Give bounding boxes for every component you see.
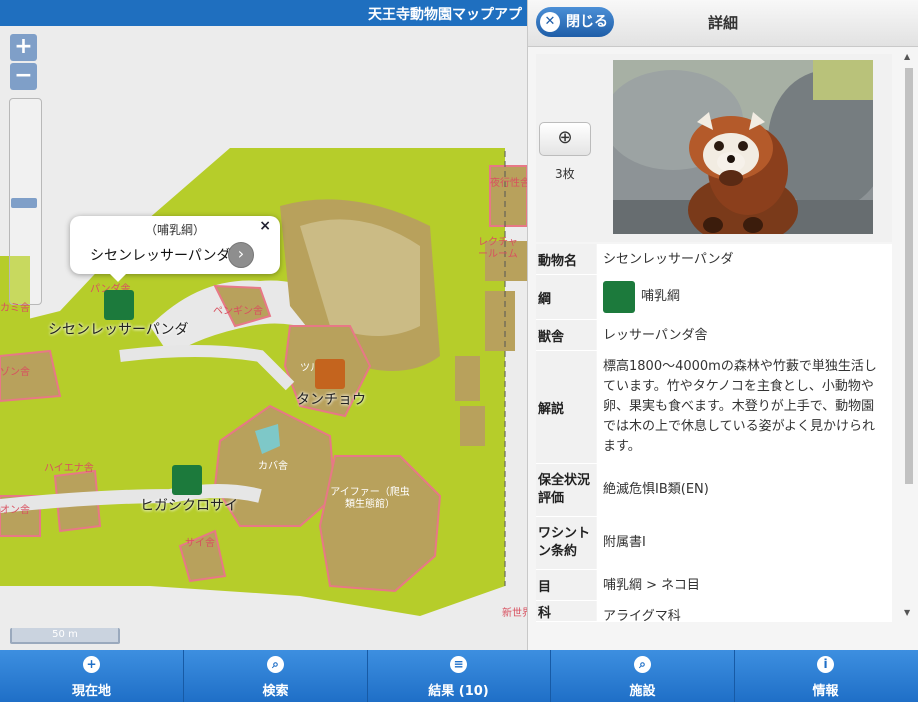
- scroll-down-icon[interactable]: ▼: [904, 608, 910, 617]
- row-key: 保全状況評価: [536, 464, 596, 516]
- map-label-lecture-room: レクチャールーム: [478, 237, 518, 260]
- map-popup[interactable]: （哺乳綱） シセンレッサーパンダ › ×: [70, 216, 280, 282]
- nav-current-location[interactable]: + 現在地: [0, 650, 184, 702]
- nav-search[interactable]: ⌕ 検索: [184, 650, 368, 702]
- close-button[interactable]: ✕ 閉じる: [536, 7, 614, 37]
- panel-scrollbar[interactable]: ▲ ▼: [903, 52, 915, 617]
- row-key: 解説: [536, 351, 596, 463]
- popup-tip: [110, 274, 126, 282]
- chevron-right-icon[interactable]: ›: [228, 242, 254, 268]
- nav-label: 結果 (10): [428, 684, 489, 699]
- nav-label: 情報: [812, 684, 839, 699]
- search-icon: ⌕: [634, 656, 651, 673]
- map-label-hyena: ハイエナ舎: [44, 463, 94, 474]
- panel-header: ✕ 閉じる 詳細: [528, 0, 918, 47]
- nav-label: 現在地: [71, 684, 111, 699]
- map-label-shinsekai: 新世界: [502, 608, 527, 619]
- row-value: シセンレッサーパンダ: [597, 244, 892, 274]
- map-animal-red-panda[interactable]: シセンレッサーパンダ: [48, 319, 189, 339]
- nav-facilities[interactable]: ⌕ 施設: [551, 650, 735, 702]
- row-key: 綱: [536, 275, 596, 319]
- app-title: 天王寺動物園マップアプ: [368, 7, 522, 23]
- red-panda-class-icon: [603, 281, 635, 313]
- map-label-on: オン舎: [0, 505, 30, 516]
- photo-count: 3枚: [555, 167, 575, 181]
- crane-marker-icon[interactable]: [315, 359, 345, 389]
- info-icon: i: [817, 656, 834, 673]
- zoo-map[interactable]: + − 夜行性舎 レクチャールーム ペンギン舎 ツル舎 カバ舎 アイファー（爬虫…: [0, 26, 527, 650]
- nav-label: 施設: [629, 684, 656, 699]
- row-value: アライグマ科: [597, 601, 892, 621]
- scale-bar: 50 m: [10, 628, 120, 644]
- search-icon: ⌕: [267, 656, 284, 673]
- plus-icon: +: [83, 656, 100, 673]
- map-label-rhino: サイ舎: [185, 538, 215, 549]
- detail-table: 動物名 シセンレッサーパンダ 綱 哺乳綱 獣舎 レッサーパンダ舎 解説 標高18…: [536, 244, 892, 622]
- map-label-hippo: カバ舎: [258, 461, 288, 472]
- map-label-kami: カミ舎: [0, 303, 30, 314]
- animal-photo[interactable]: [613, 60, 873, 234]
- photo-zoom-button[interactable]: ⊕: [539, 122, 591, 156]
- red-panda-photo: [613, 60, 873, 234]
- close-button-label: 閉じる: [566, 14, 608, 30]
- row-cites: ワシントン条約 附属書Ⅰ: [536, 517, 892, 570]
- row-value: 標高1800～4000mの森林や竹藪で単独生活しています。竹やタケノコを主食とし…: [597, 351, 892, 463]
- row-key: 動物名: [536, 244, 596, 274]
- row-class: 綱 哺乳綱: [536, 275, 892, 320]
- map-label-nocturnal: 夜行性舎: [490, 178, 527, 189]
- row-key: 目: [536, 570, 596, 600]
- red-panda-marker-icon[interactable]: [104, 290, 134, 320]
- bottom-navbar: + 現在地 ⌕ 検索 ≡ 結果 (10) ⌕ 施設 i 情報: [0, 650, 918, 702]
- row-value: レッサーパンダ舎: [597, 320, 892, 350]
- popup-animal-name[interactable]: シセンレッサーパンダ: [90, 245, 231, 265]
- row-key: 科: [536, 601, 596, 621]
- nav-label: 検索: [262, 684, 289, 699]
- row-name: 動物名 シセンレッサーパンダ: [536, 244, 892, 275]
- panel-title: 詳細: [708, 14, 739, 32]
- map-label-ifar: アイファー（爬虫類生態館）: [330, 487, 410, 510]
- row-value: 哺乳綱: [641, 289, 681, 304]
- row-value: 絶滅危惧ⅠB類(EN): [597, 464, 892, 516]
- nav-info[interactable]: i 情報: [734, 650, 917, 702]
- map-label-penguin: ペンギン舎: [213, 306, 263, 317]
- map-label-zon: ゾン舎: [0, 367, 30, 378]
- close-circle-icon: ✕: [540, 12, 560, 32]
- row-key: 獣舎: [536, 320, 596, 350]
- detail-panel: ✕ 閉じる 詳細 ⊕ 3枚 動物名 シセンレッサーパンダ 綱 哺乳綱 獣舎 レッ…: [527, 0, 918, 650]
- zoom-out-button[interactable]: −: [10, 63, 37, 90]
- map-animal-crane[interactable]: タンチョウ: [296, 389, 366, 409]
- row-conservation: 保全状況評価 絶滅危惧ⅠB類(EN): [536, 464, 892, 517]
- rhino-marker-icon[interactable]: [172, 465, 202, 495]
- map-animal-rhino[interactable]: ヒガシクロサイ: [140, 495, 238, 515]
- row-family: 科 アライグマ科: [536, 601, 892, 622]
- row-value: 哺乳綱 > ネコ目: [597, 570, 892, 600]
- row-house: 獣舎 レッサーパンダ舎: [536, 320, 892, 351]
- close-icon[interactable]: ×: [259, 218, 271, 234]
- nav-results[interactable]: ≡ 結果 (10): [367, 650, 551, 702]
- row-description: 解説 標高1800～4000mの森林や竹藪で単独生活しています。竹やタケノコを主…: [536, 351, 892, 464]
- row-value-wrap: 哺乳綱: [597, 275, 892, 319]
- scroll-up-icon[interactable]: ▲: [904, 52, 910, 61]
- popup-class: （哺乳綱）: [144, 223, 205, 237]
- magnify-plus-icon: ⊕: [557, 127, 573, 148]
- scrollbar-thumb[interactable]: [905, 68, 913, 484]
- row-value: 附属書Ⅰ: [597, 517, 892, 569]
- row-order: 目 哺乳綱 > ネコ目: [536, 570, 892, 601]
- zoom-slider-thumb[interactable]: [11, 198, 37, 208]
- list-icon: ≡: [450, 656, 467, 673]
- row-key: ワシントン条約: [536, 517, 596, 569]
- zoom-in-button[interactable]: +: [10, 34, 37, 61]
